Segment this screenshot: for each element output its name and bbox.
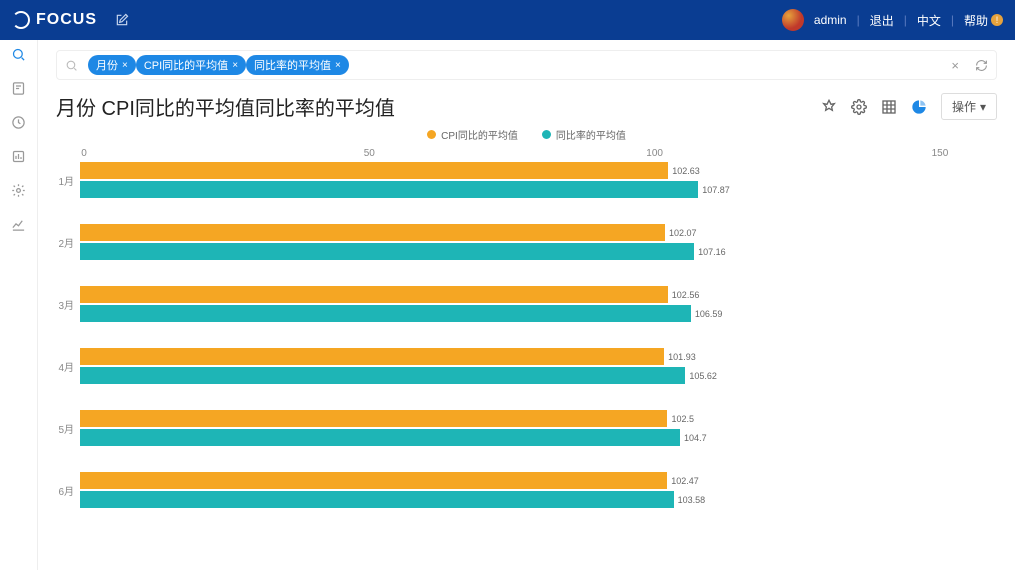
chart-row: 2月102.07107.16 [56, 224, 997, 260]
sidebar [0, 40, 38, 570]
logo-icon [12, 11, 30, 29]
axis-tick: 50 [364, 148, 375, 159]
data-icon[interactable] [11, 148, 27, 164]
chart-row: 3月102.56106.59 [56, 286, 997, 322]
row-label: 2月 [56, 235, 80, 250]
axis-tick: 100 [646, 148, 663, 159]
edit-icon[interactable] [115, 13, 129, 27]
bar[interactable]: 105.62 [80, 367, 685, 384]
bar-value: 104.7 [684, 433, 707, 443]
row-label: 4月 [56, 359, 80, 374]
gear-icon[interactable] [11, 182, 27, 198]
row-label: 3月 [56, 297, 80, 312]
bar[interactable]: 102.63 [80, 162, 668, 179]
bar[interactable]: 107.16 [80, 243, 694, 260]
main-area: 月份×CPI同比的平均值×同比率的平均值× × 月份 CPI同比的平均值同比率的… [38, 40, 1015, 570]
search-icon-inline[interactable] [65, 59, 78, 72]
logo: FOCUS [12, 11, 97, 29]
chip-remove-icon[interactable]: × [122, 60, 128, 71]
title-row: 月份 CPI同比的平均值同比率的平均值 操作 ▾ [56, 92, 997, 121]
bar-value: 102.63 [672, 166, 700, 176]
x-axis: 0 50 100 150 [84, 148, 997, 162]
bar[interactable]: 102.47 [80, 472, 667, 489]
operation-button[interactable]: 操作 ▾ [941, 93, 997, 120]
chip-remove-icon[interactable]: × [335, 60, 341, 71]
top-right: admin | 退出 | 中文 | 帮助 ! [782, 9, 1003, 31]
top-bar: FOCUS admin | 退出 | 中文 | 帮助 ! [0, 0, 1015, 40]
bar-value: 106.59 [695, 309, 723, 319]
help-badge-icon: ! [991, 14, 1003, 26]
page-title: 月份 CPI同比的平均值同比率的平均值 [56, 92, 395, 121]
row-label: 5月 [56, 421, 80, 436]
chart: CPI同比的平均值同比率的平均值 050100150 1月102.63107.8… [56, 127, 997, 508]
bar-value: 105.62 [689, 371, 717, 381]
chart-row: 5月102.5104.7 [56, 410, 997, 446]
bar[interactable]: 104.7 [80, 429, 680, 446]
search-chips-row: 月份×CPI同比的平均值×同比率的平均值× × [56, 50, 997, 80]
bar-value: 102.07 [669, 228, 697, 238]
legend: CPI同比的平均值 同比率的平均值 [56, 127, 997, 142]
legend-item[interactable]: 同比率的平均值 [542, 127, 626, 142]
row-label: 1月 [56, 173, 80, 188]
bar[interactable]: 102.07 [80, 224, 665, 241]
clear-icon[interactable]: × [951, 58, 959, 73]
refresh-icon[interactable] [975, 59, 988, 72]
chart-row: 6月102.47103.58 [56, 472, 997, 508]
bar-value: 101.93 [668, 352, 696, 362]
bar-value: 102.47 [671, 476, 699, 486]
filter-chip[interactable]: CPI同比的平均值× [136, 55, 246, 75]
logout-link[interactable]: 退出 [870, 12, 894, 29]
filter-chip[interactable]: 同比率的平均值× [246, 55, 349, 75]
chip-remove-icon[interactable]: × [232, 60, 238, 71]
toolbar: 操作 ▾ [821, 93, 997, 120]
user-name[interactable]: admin [814, 13, 847, 27]
help-link[interactable]: 帮助 ! [964, 12, 1003, 29]
bar-value: 102.56 [672, 290, 700, 300]
row-label: 6月 [56, 483, 80, 498]
chart-icon[interactable] [911, 99, 927, 115]
bar[interactable]: 107.87 [80, 181, 698, 198]
clock-icon[interactable] [11, 114, 27, 130]
bar[interactable]: 102.5 [80, 410, 667, 427]
legend-item[interactable]: CPI同比的平均值 [427, 127, 518, 142]
chart-row: 4月101.93105.62 [56, 348, 997, 384]
chevron-down-icon: ▾ [980, 100, 986, 114]
bar-value: 107.87 [702, 185, 730, 195]
bar-value: 103.58 [678, 495, 706, 505]
axis-tick: 0 [81, 148, 87, 159]
avatar[interactable] [782, 9, 804, 31]
trend-icon[interactable] [11, 216, 27, 232]
filter-chip[interactable]: 月份× [88, 55, 136, 75]
bar-value: 102.5 [671, 414, 694, 424]
bookmark-icon[interactable] [11, 80, 27, 96]
axis-tick: 150 [932, 148, 949, 159]
table-icon[interactable] [881, 99, 897, 115]
settings-icon[interactable] [851, 99, 867, 115]
bar[interactable]: 101.93 [80, 348, 664, 365]
app-name: FOCUS [36, 11, 97, 29]
bar[interactable]: 103.58 [80, 491, 674, 508]
search-icon[interactable] [11, 46, 27, 62]
pin-icon[interactable] [821, 99, 837, 115]
bar[interactable]: 106.59 [80, 305, 691, 322]
bar[interactable]: 102.56 [80, 286, 668, 303]
chart-row: 1月102.63107.87 [56, 162, 997, 198]
bar-value: 107.16 [698, 247, 726, 257]
lang-link[interactable]: 中文 [917, 12, 941, 29]
